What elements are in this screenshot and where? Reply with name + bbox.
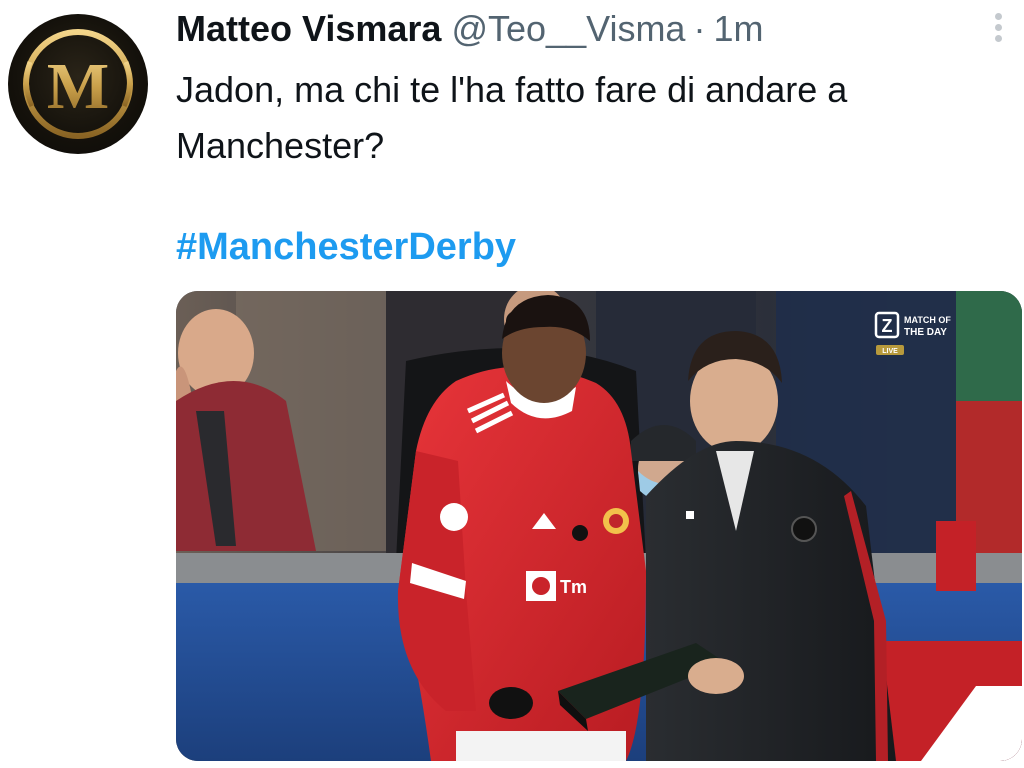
- avatar-logo-image: M: [23, 29, 133, 139]
- hashtag-link[interactable]: #ManchesterDerby: [176, 226, 516, 269]
- tweet-header: Matteo Vismara @Teo__Visma · 1m: [176, 8, 763, 56]
- match-photo: Tm Z MATCH OF THE DAY LIVE: [176, 291, 1022, 761]
- user-handle[interactable]: @Teo__Visma: [451, 8, 685, 50]
- timestamp[interactable]: 1m: [713, 8, 763, 50]
- more-vertical-icon[interactable]: [988, 10, 1008, 50]
- tweet-text: Jadon, ma chi te l'ha fatto fare di anda…: [176, 69, 848, 166]
- display-name[interactable]: Matteo Vismara: [176, 8, 441, 50]
- broadcaster-logo-letter: Z: [882, 316, 893, 336]
- live-badge: LIVE: [882, 348, 898, 355]
- broadcaster-name-line1: MATCH OF: [904, 315, 951, 325]
- broadcaster-name-line2: THE DAY: [904, 327, 947, 338]
- tweet-media-image[interactable]: Tm Z MATCH OF THE DAY LIVE: [176, 291, 1022, 761]
- sponsor-text: Tm: [560, 577, 587, 597]
- avatar-letter: M: [47, 50, 109, 123]
- avatar[interactable]: M: [8, 14, 148, 154]
- separator-dot: ·: [693, 8, 706, 49]
